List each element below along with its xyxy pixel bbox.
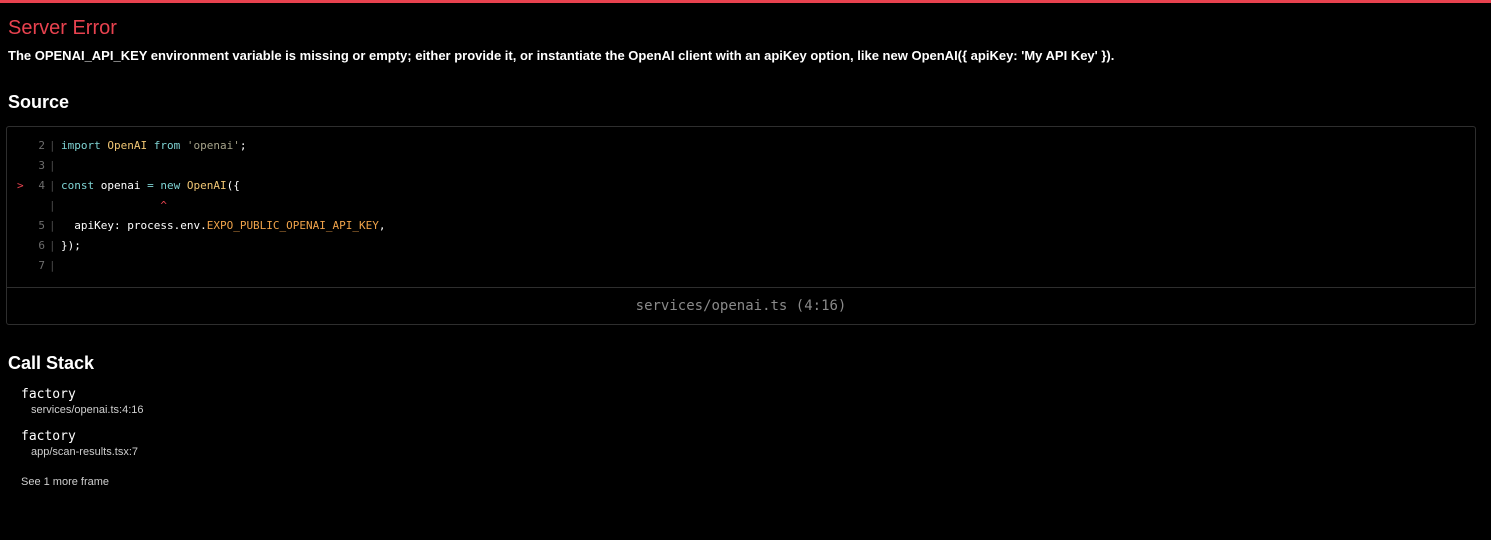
code-gutter: |	[49, 239, 56, 252]
see-more-frames-link[interactable]: See 1 more frame	[21, 475, 109, 489]
stack-frame[interactable]: factory services/openai.ts:4:16	[21, 387, 144, 418]
call-stack-heading: Call Stack	[8, 353, 95, 373]
code-line: 3 |	[7, 156, 1475, 176]
error-message[interactable]: The OPENAI_API_KEY environment variable …	[8, 48, 1114, 64]
code-line-text: ^	[61, 199, 167, 212]
code-line: 6 |});	[7, 236, 1475, 256]
code-line: | ^	[7, 196, 1475, 216]
code-line-text: apiKey: process.env.EXPO_PUBLIC_OPENAI_A…	[61, 219, 386, 232]
code-gutter: |	[49, 219, 56, 232]
code-listing[interactable]: 2 | import OpenAI from 'openai'; 3 | >4 | const…	[7, 136, 1475, 276]
stack-frame-file: app/scan-results.tsx:7	[31, 446, 138, 458]
stack-frame[interactable]: factory app/scan-results.tsx:7	[21, 429, 138, 460]
error-accent-bar	[0, 0, 1491, 3]
code-gutter: |	[49, 259, 56, 272]
code-line-text: const openai = new OpenAI({	[61, 179, 240, 192]
error-line-marker: >	[17, 179, 24, 192]
code-gutter: |	[49, 159, 56, 172]
code-line-text: });	[61, 239, 81, 252]
code-line-number: 3	[38, 159, 45, 172]
code-line-text: import OpenAI from 'openai';	[61, 139, 247, 152]
source-code-panel: 2 | import OpenAI from 'openai'; 3 | >4 | const…	[6, 126, 1476, 325]
source-heading: Source	[8, 92, 70, 112]
code-line-number: 4	[38, 179, 45, 192]
stack-frame-file: services/openai.ts:4:16	[31, 404, 144, 416]
code-line-number: 5	[38, 219, 45, 232]
code-gutter: |	[49, 199, 56, 212]
stack-frame-function: factory	[21, 429, 76, 444]
source-file-location[interactable]: services/openai.ts (4:16)	[7, 288, 1475, 325]
code-line-number: 6	[38, 239, 45, 252]
code-line-number: 2	[38, 139, 45, 152]
code-line: 7 |	[7, 256, 1475, 276]
code-line-number: 7	[38, 259, 45, 272]
code-gutter: |	[49, 179, 56, 192]
code-line-highlighted: >4 | const openai = new OpenAI({	[7, 176, 1475, 196]
error-title: Server Error	[8, 17, 117, 39]
code-line: 2 | import OpenAI from 'openai';	[7, 136, 1475, 156]
code-gutter: |	[49, 139, 56, 152]
stack-frame-function: factory	[21, 387, 76, 402]
code-line: 5 | apiKey: process.env.EXPO_PUBLIC_OPENA…	[7, 216, 1475, 236]
